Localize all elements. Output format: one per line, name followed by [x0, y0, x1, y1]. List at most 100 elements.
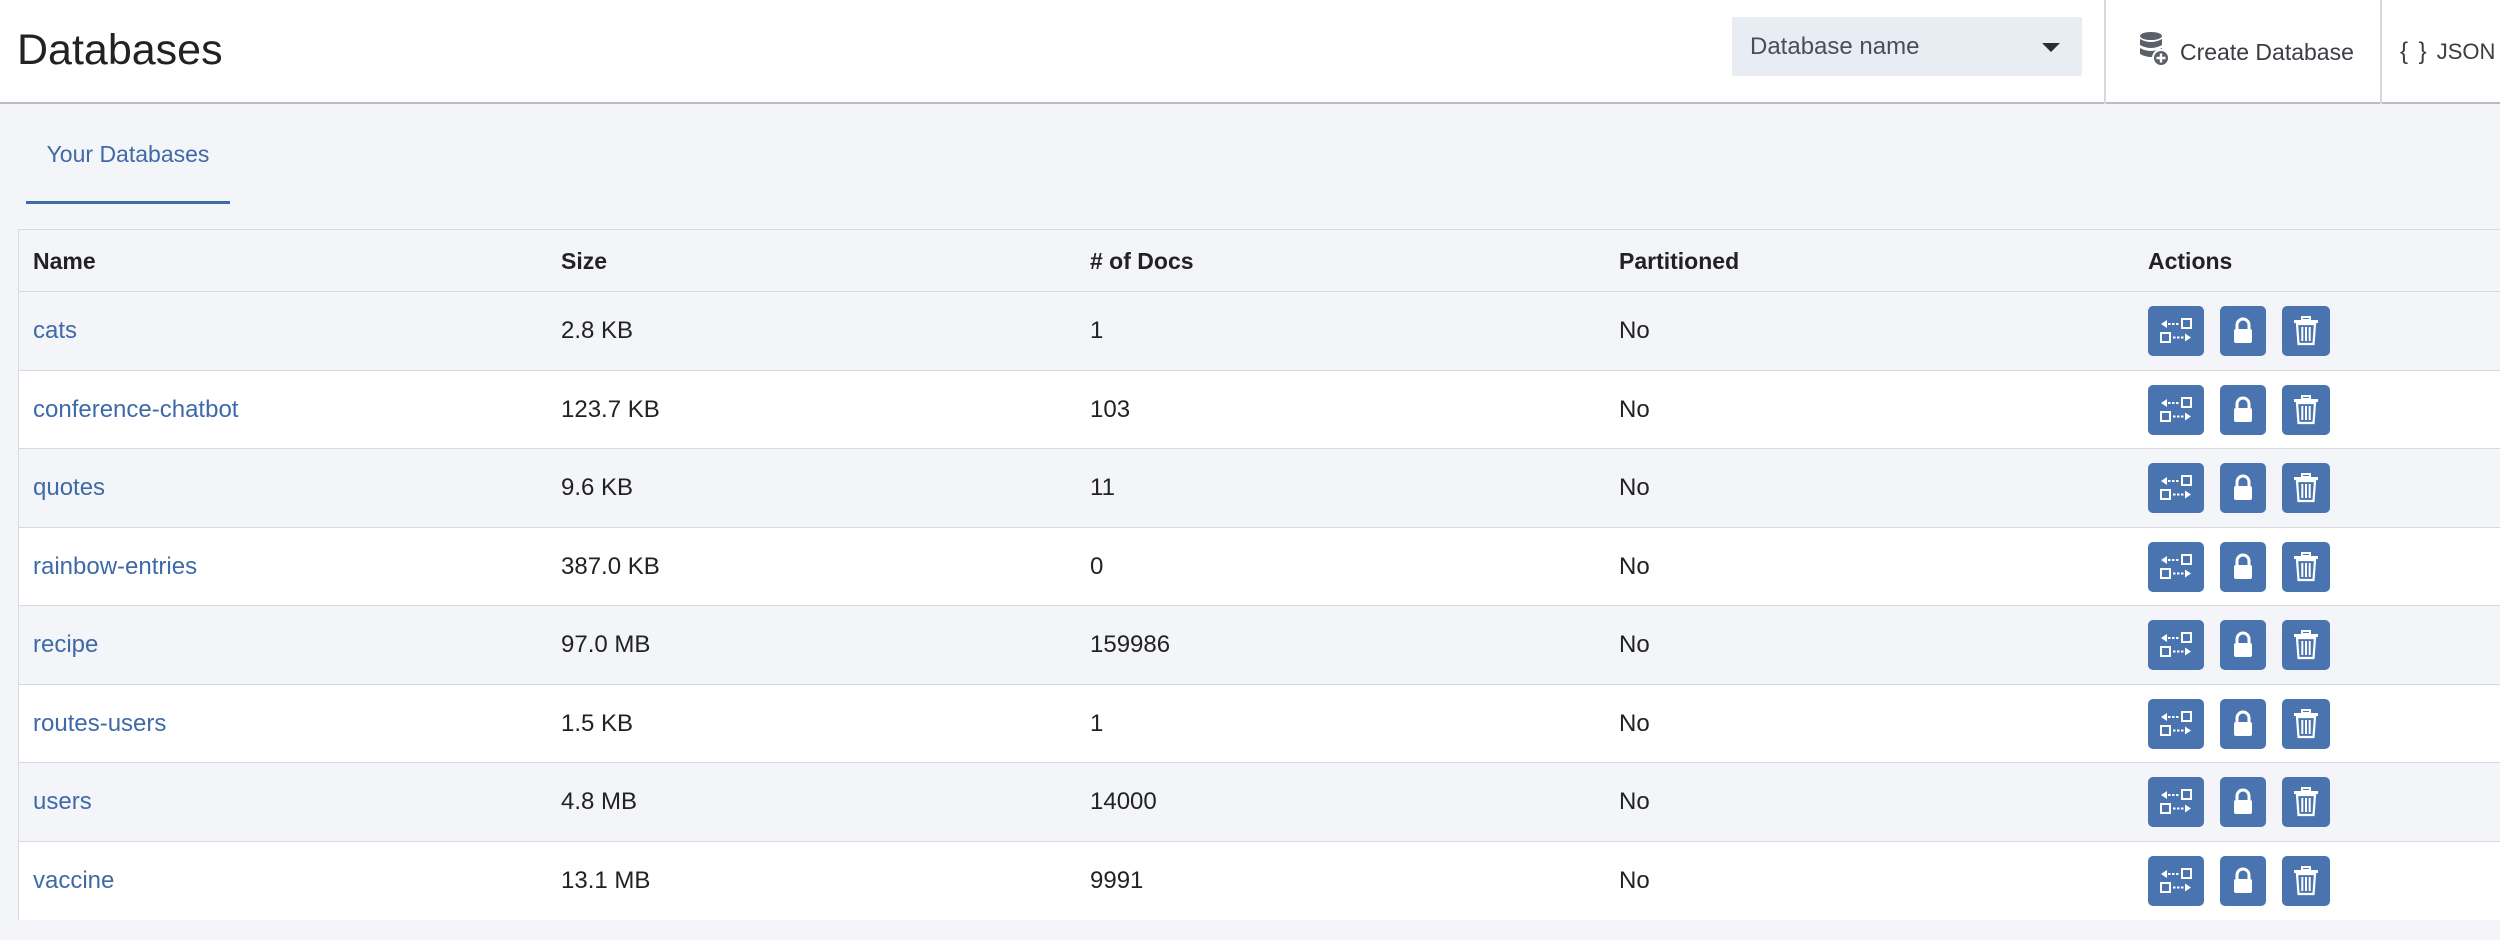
- database-name-link[interactable]: rainbow-entries: [33, 528, 197, 606]
- database-size: 2.8 KB: [561, 317, 634, 344]
- databases-table: Name Size # of Docs Partitioned Actions …: [18, 229, 2500, 920]
- database-size: 13.1 MB: [561, 866, 651, 894]
- database-size: 9.6 KB: [561, 474, 634, 501]
- table-body: cats 2.8 KB 1 No conference-chatbot 123.…: [19, 292, 2500, 920]
- trash-icon: [2294, 630, 2318, 660]
- json-label: JSON: [2436, 39, 2496, 64]
- lock-icon: [2234, 631, 2252, 657]
- trash-icon: [2294, 865, 2318, 895]
- column-header-docs[interactable]: # of Docs: [1090, 230, 1194, 292]
- database-name-link[interactable]: users: [33, 763, 92, 841]
- table-row: rainbow-entries 387.0 KB 0 No: [19, 527, 2500, 606]
- row-actions: [2148, 842, 2330, 920]
- row-actions: [2148, 292, 2330, 370]
- top-header: Databases Database name Create Database …: [0, 0, 2500, 104]
- delete-button[interactable]: [2282, 463, 2330, 513]
- database-add-icon: [2138, 31, 2170, 73]
- chevron-down-icon: [2042, 43, 2060, 52]
- lock-icon: [2234, 867, 2252, 893]
- database-name-select[interactable]: Database name: [1732, 17, 2082, 76]
- table-row: conference-chatbot 123.7 KB 103 No: [19, 370, 2500, 449]
- tab-bar: Your Databases: [26, 104, 230, 204]
- tab-your-databases[interactable]: Your Databases: [26, 104, 230, 204]
- database-name-link[interactable]: conference-chatbot: [33, 371, 238, 449]
- permissions-button[interactable]: [2220, 777, 2266, 827]
- braces-icon: { }: [2400, 38, 2429, 65]
- replicate-button[interactable]: [2148, 306, 2204, 356]
- row-actions: [2148, 685, 2330, 763]
- delete-button[interactable]: [2282, 541, 2330, 592]
- replicate-button[interactable]: [2148, 541, 2204, 592]
- database-doc-count: 1: [1090, 709, 1104, 737]
- lock-icon: [2234, 788, 2252, 814]
- database-partitioned: No: [1619, 317, 1650, 344]
- permissions-button[interactable]: [2220, 463, 2266, 513]
- delete-button[interactable]: [2282, 777, 2330, 827]
- database-partitioned: No: [1619, 552, 1650, 580]
- replicate-icon: [2160, 396, 2192, 422]
- column-header-size[interactable]: Size: [561, 230, 607, 292]
- create-database-button[interactable]: Create Database: [2106, 0, 2380, 104]
- row-actions: [2148, 528, 2330, 606]
- replicate-button[interactable]: [2148, 620, 2204, 670]
- database-name-link[interactable]: quotes: [33, 449, 105, 527]
- table-row: cats 2.8 KB 1 No: [19, 292, 2500, 371]
- permissions-button[interactable]: [2220, 855, 2266, 906]
- column-header-partitioned[interactable]: Partitioned: [1619, 230, 1739, 292]
- row-actions: [2148, 449, 2330, 527]
- lock-icon: [2234, 396, 2252, 422]
- replicate-button[interactable]: [2148, 463, 2204, 513]
- delete-button[interactable]: [2282, 384, 2330, 435]
- table-row: vaccine 13.1 MB 9991 No: [19, 841, 2500, 920]
- row-actions: [2148, 606, 2330, 684]
- database-partitioned: No: [1619, 866, 1650, 894]
- database-doc-count: 0: [1090, 552, 1104, 580]
- trash-icon: [2294, 473, 2318, 503]
- replicate-icon: [2160, 553, 2192, 579]
- replicate-button[interactable]: [2148, 777, 2204, 827]
- row-actions: [2148, 371, 2330, 449]
- delete-button[interactable]: [2282, 306, 2330, 356]
- lock-icon: [2234, 553, 2252, 579]
- replicate-button[interactable]: [2148, 384, 2204, 435]
- replicate-icon: [2160, 789, 2192, 814]
- lock-icon: [2234, 474, 2252, 500]
- delete-button[interactable]: [2282, 855, 2330, 906]
- database-doc-count: 11: [1090, 474, 1115, 501]
- database-partitioned: No: [1619, 788, 1650, 815]
- delete-button[interactable]: [2282, 698, 2330, 749]
- trash-icon: [2294, 316, 2318, 346]
- database-doc-count: 1: [1090, 317, 1104, 344]
- table-row: users 4.8 MB 14000 No: [19, 763, 2500, 842]
- page-title: Databases: [17, 26, 223, 74]
- permissions-button[interactable]: [2220, 306, 2266, 356]
- database-name-link[interactable]: cats: [33, 292, 77, 370]
- trash-icon: [2294, 551, 2318, 581]
- database-doc-count: 159986: [1090, 631, 1171, 658]
- database-doc-count: 14000: [1090, 788, 1157, 815]
- database-doc-count: 9991: [1090, 866, 1144, 894]
- column-header-name[interactable]: Name: [33, 230, 96, 292]
- replicate-button[interactable]: [2148, 698, 2204, 749]
- database-name-link[interactable]: vaccine: [33, 842, 114, 920]
- database-partitioned: No: [1619, 709, 1650, 737]
- table-row: quotes 9.6 KB 11 No: [19, 449, 2500, 528]
- table-row: recipe 97.0 MB 159986 No: [19, 606, 2500, 685]
- database-doc-count: 103: [1090, 395, 1131, 423]
- replicate-icon: [2160, 318, 2192, 343]
- database-size: 123.7 KB: [561, 395, 660, 423]
- database-name-link[interactable]: routes-users: [33, 685, 166, 763]
- database-name-link[interactable]: recipe: [33, 606, 98, 684]
- permissions-button[interactable]: [2220, 541, 2266, 592]
- permissions-button[interactable]: [2220, 620, 2266, 670]
- permissions-button[interactable]: [2220, 384, 2266, 435]
- permissions-button[interactable]: [2220, 698, 2266, 749]
- lock-icon: [2234, 710, 2252, 736]
- replicate-icon: [2160, 710, 2192, 736]
- trash-icon: [2294, 708, 2318, 738]
- json-button[interactable]: { } JSON: [2382, 0, 2500, 104]
- replicate-icon: [2160, 475, 2192, 500]
- delete-button[interactable]: [2282, 620, 2330, 670]
- replicate-button[interactable]: [2148, 855, 2204, 906]
- database-partitioned: No: [1619, 474, 1650, 501]
